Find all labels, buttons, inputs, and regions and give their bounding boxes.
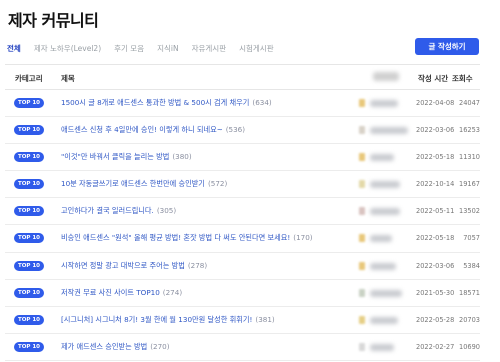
table-row[interactable]: TOP 10 애드센스 신청 후 4일만에 승인! 이렇게 하니 되네요~ (53… bbox=[5, 117, 480, 145]
comment-count: (381) bbox=[255, 314, 275, 324]
top10-badge: TOP 10 bbox=[14, 287, 44, 298]
post-date: 2022-05-18 bbox=[416, 153, 455, 162]
comment-count: (380) bbox=[172, 152, 192, 162]
comment-count: (305) bbox=[156, 206, 177, 216]
tab-free-board[interactable]: 자유게시판 bbox=[192, 43, 227, 54]
post-title-link[interactable]: 저작권 무료 사진 사이트 TOP10 (274) bbox=[61, 288, 182, 298]
table-row[interactable]: TOP 10 시작하면 정말 광고 대박으로 주어는 방법 (278) 2022-… bbox=[5, 253, 480, 280]
post-date: 2022-05-11 bbox=[416, 207, 455, 216]
post-date: 2022-03-06 bbox=[416, 126, 455, 135]
top10-badge: TOP 10 bbox=[14, 233, 44, 244]
tab-knowhow[interactable]: 제자 노하우(Level2) bbox=[34, 43, 101, 54]
post-title-link[interactable]: 1500시 글 8개로 애드센스 통과한 방법 & 500시 검게 채우기 (63… bbox=[61, 98, 272, 108]
author-avatar bbox=[359, 261, 365, 270]
post-date: 2021-05-30 bbox=[416, 288, 455, 297]
table-row[interactable]: TOP 10 고인하다가 결국 일러드립니다. (305) 2022-05-11 … bbox=[5, 198, 480, 226]
top10-badge: TOP 10 bbox=[14, 152, 44, 163]
author-name-blurred bbox=[370, 154, 394, 162]
view-count: 16253 bbox=[459, 126, 480, 135]
post-date: 2022-02-27 bbox=[416, 342, 455, 351]
author-avatar bbox=[359, 153, 365, 162]
table-row[interactable]: TOP 10 "이것"만 바꿔서 클릭을 늘리는 방법 (380) 2022-05… bbox=[5, 144, 480, 172]
page-title: 제자 커뮤니티 bbox=[8, 11, 99, 30]
top10-badge: TOP 10 bbox=[14, 125, 44, 136]
author-name-blurred bbox=[370, 127, 408, 135]
post-title-link[interactable]: 10분 자동글쓰기로 애드센스 한번만에 승인받기 (572) bbox=[61, 179, 227, 189]
table-header: 카테고리 제목 작성 시간 조회수 bbox=[5, 64, 480, 90]
view-count: 18571 bbox=[459, 288, 480, 297]
table-row[interactable]: TOP 10 10분 자동글쓰기로 애드센스 한번만에 승인받기 (572) 20… bbox=[5, 171, 480, 199]
header-views: 조회수 bbox=[452, 74, 473, 83]
category-tabs: 전체 제자 노하우(Level2) 후기 모음 지식iN 자유게시판 시험게시판 bbox=[7, 40, 287, 56]
post-title-link[interactable]: 시작하면 정말 광고 대박으로 주어는 방법 (278) bbox=[61, 261, 207, 271]
tab-reviews[interactable]: 후기 모음 bbox=[114, 43, 144, 54]
top10-badge: TOP 10 bbox=[14, 98, 44, 108]
post-date: 2022-05-28 bbox=[416, 315, 455, 324]
view-count: 5384 bbox=[463, 261, 480, 270]
header-author-blurred bbox=[373, 72, 399, 81]
view-count: 10690 bbox=[459, 342, 480, 351]
top10-badge: TOP 10 bbox=[14, 341, 44, 352]
author-avatar bbox=[359, 315, 365, 324]
comment-count: (170) bbox=[293, 233, 313, 243]
post-date: 2022-04-08 bbox=[416, 99, 455, 107]
post-date: 2022-03-06 bbox=[416, 261, 455, 270]
post-title-link[interactable]: "이것"만 바꿔서 클릭을 늘리는 방법 (380) bbox=[61, 152, 192, 162]
post-title-link[interactable]: 제가 애드센스 승인받는 방법 (270) bbox=[61, 342, 170, 352]
author-avatar bbox=[359, 342, 365, 351]
header-category: 카테고리 bbox=[15, 74, 43, 83]
post-list: TOP 10 1500시 글 8개로 애드센스 통과한 방법 & 500시 검게… bbox=[5, 90, 480, 361]
author-avatar bbox=[359, 180, 365, 189]
author-name-blurred bbox=[370, 208, 400, 216]
post-title-link[interactable]: [시그니처] 시그니처 8기! 3월 한에 월 130만원 달성한 휘휘기! (3… bbox=[61, 315, 275, 325]
table-row[interactable]: TOP 10 [시그니처] 시그니처 8기! 3월 한에 월 130만원 달성한… bbox=[5, 307, 480, 334]
author-avatar bbox=[359, 126, 365, 135]
comment-count: (572) bbox=[207, 179, 228, 189]
author-name-blurred bbox=[370, 343, 394, 351]
table-row[interactable]: TOP 10 비승인 애드센스 "원석" 올해 평균 방법! 혼잣 방법 다 써… bbox=[5, 225, 480, 253]
view-count: 24047 bbox=[459, 99, 480, 107]
author-name-blurred bbox=[370, 289, 402, 297]
post-date: 2022-05-18 bbox=[416, 234, 455, 243]
post-title-link[interactable]: 고인하다가 결국 일러드립니다. (305) bbox=[61, 206, 176, 216]
author-avatar bbox=[359, 99, 365, 107]
tab-exam-board[interactable]: 시험게시판 bbox=[239, 43, 274, 54]
tab-all[interactable]: 전체 bbox=[7, 43, 21, 54]
author-avatar bbox=[359, 207, 365, 216]
view-count: 11310 bbox=[459, 153, 480, 162]
comment-count: (536) bbox=[225, 125, 246, 135]
table-row[interactable]: TOP 10 제가 애드센스 승인받는 방법 (270) 2022-02-27 1… bbox=[5, 334, 480, 361]
comment-count: (634) bbox=[252, 98, 272, 107]
table-row[interactable]: TOP 10 저작권 무료 사진 사이트 TOP10 (274) 2021-05-… bbox=[5, 280, 480, 307]
comment-count: (278) bbox=[187, 260, 208, 270]
header-date: 작성 시간 bbox=[418, 74, 449, 83]
comment-count: (270) bbox=[150, 341, 170, 351]
write-post-button[interactable]: 글 작성하기 bbox=[415, 38, 479, 55]
top10-badge: TOP 10 bbox=[14, 314, 44, 325]
post-date: 2022-10-14 bbox=[416, 180, 455, 189]
post-title-link[interactable]: 애드센스 신청 후 4일만에 승인! 이렇게 하니 되네요~ (536) bbox=[61, 125, 245, 135]
author-name-blurred bbox=[370, 262, 396, 270]
header-title: 제목 bbox=[61, 74, 75, 83]
table-row[interactable]: TOP 10 1500시 글 8개로 애드센스 통과한 방법 & 500시 검게… bbox=[5, 90, 480, 118]
author-name-blurred bbox=[370, 181, 400, 189]
author-avatar bbox=[359, 234, 365, 243]
top10-badge: TOP 10 bbox=[14, 179, 44, 190]
post-title-link[interactable]: 비승인 애드센스 "원석" 올해 평균 방법! 혼잣 방법 다 써도 안된다면 … bbox=[61, 233, 313, 243]
view-count: 20703 bbox=[459, 315, 480, 324]
view-count: 13502 bbox=[459, 207, 480, 216]
view-count: 7057 bbox=[463, 234, 480, 243]
view-count: 19167 bbox=[459, 180, 480, 189]
author-name-blurred bbox=[370, 316, 398, 324]
comment-count: (274) bbox=[162, 287, 183, 297]
author-avatar bbox=[359, 288, 365, 297]
tab-knowledge-in[interactable]: 지식iN bbox=[157, 43, 179, 54]
author-name-blurred bbox=[370, 100, 398, 107]
top10-badge: TOP 10 bbox=[14, 260, 44, 271]
top10-badge: TOP 10 bbox=[14, 206, 44, 217]
author-name-blurred bbox=[370, 235, 392, 243]
